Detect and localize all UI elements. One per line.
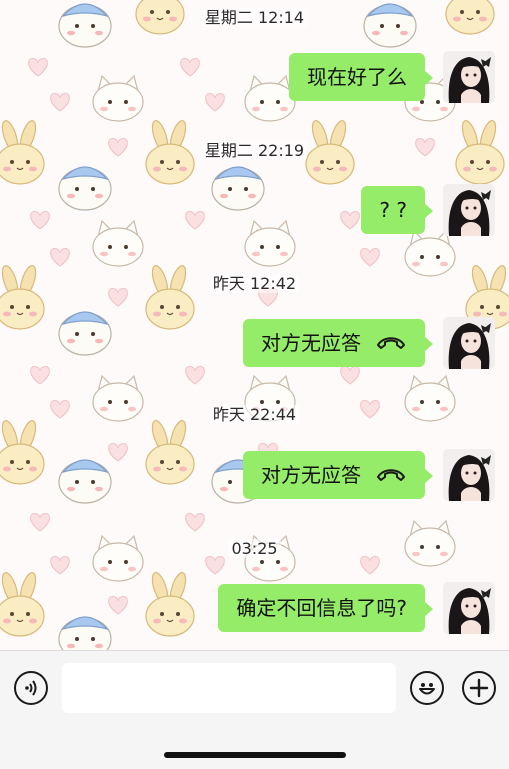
outgoing-message-row[interactable]: 确定不回信息了吗?	[218, 582, 495, 636]
plus-icon	[469, 678, 489, 698]
avatar[interactable]	[443, 582, 495, 634]
voice-call-bubble[interactable]: 对方无应答	[243, 319, 433, 367]
hangup-phone-icon	[377, 337, 405, 349]
message-timestamp: 星期二 12:14	[0, 8, 509, 28]
avatar[interactable]	[443, 51, 495, 103]
message-timestamp: 昨天 12:42	[0, 274, 509, 294]
message-timestamp: 03:25	[0, 539, 509, 559]
message-timestamp: 星期二 22:19	[0, 141, 509, 161]
call-status-text: 对方无应答	[261, 463, 361, 487]
voice-input-button[interactable]	[14, 671, 48, 705]
message-timestamp: 昨天 22:44	[0, 405, 509, 425]
message-bubble[interactable]: 现在好了么	[289, 53, 433, 101]
outgoing-message-row[interactable]: ? ?	[361, 184, 495, 238]
message-text: ? ?	[379, 198, 407, 222]
chat-message-list[interactable]: 星期二 12:14 现在好了么 星期二 22:19 ? ? 昨天 12:42 对…	[0, 0, 509, 650]
avatar[interactable]	[443, 449, 495, 501]
emoji-icon	[419, 683, 435, 695]
avatar[interactable]	[443, 317, 495, 369]
outgoing-message-row[interactable]: 对方无应答	[243, 317, 495, 371]
emoji-button[interactable]	[410, 671, 444, 705]
message-bubble[interactable]: 确定不回信息了吗?	[218, 584, 433, 632]
message-text-input[interactable]	[62, 663, 396, 713]
message-bubble[interactable]: ? ?	[361, 186, 433, 234]
outgoing-message-row[interactable]: 现在好了么	[289, 51, 495, 105]
voice-input-icon	[25, 680, 37, 696]
hangup-phone-icon	[377, 469, 405, 481]
message-text: 确定不回信息了吗?	[236, 596, 407, 620]
home-indicator[interactable]	[164, 752, 346, 758]
more-options-button[interactable]	[462, 671, 496, 705]
call-status-text: 对方无应答	[261, 331, 361, 355]
message-text: 现在好了么	[307, 65, 407, 89]
outgoing-message-row[interactable]: 对方无应答	[243, 449, 495, 503]
avatar[interactable]	[443, 184, 495, 236]
message-input-bar	[0, 650, 509, 769]
voice-call-bubble[interactable]: 对方无应答	[243, 451, 433, 499]
